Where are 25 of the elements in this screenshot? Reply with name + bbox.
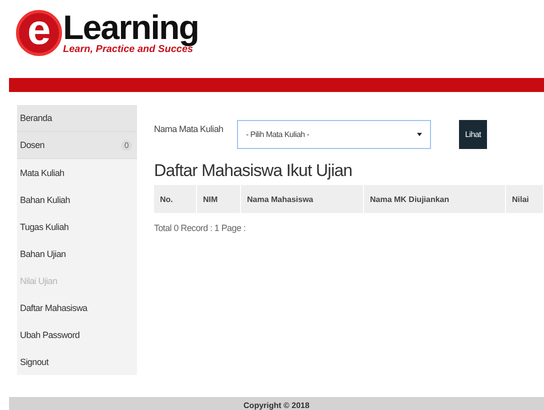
- logo-text: Learning: [63, 10, 199, 46]
- sidebar-item[interactable]: Bahan Kuliah: [17, 186, 137, 213]
- logo-circle: e: [16, 10, 62, 56]
- sidebar-item[interactable]: Mata Kuliah: [17, 159, 137, 186]
- column-header: Nama MK Diujiankan: [364, 185, 506, 213]
- page-heading: Daftar Mahasiswa Ikut Ujian: [154, 161, 354, 181]
- sidebar-item[interactable]: Signout: [17, 348, 137, 375]
- sidebar-item[interactable]: Bahan Ujian: [17, 240, 137, 267]
- course-select[interactable]: - Pilih Mata Kuliah -: [237, 120, 431, 149]
- field-label: Nama Mata Kuliah: [154, 123, 224, 134]
- sidebar-item[interactable]: Dosen 0: [17, 132, 137, 159]
- sidebar-item[interactable]: Ubah Password: [17, 321, 137, 348]
- sidebar-item[interactable]: Beranda: [17, 105, 137, 132]
- column-header: No.: [154, 185, 197, 213]
- copyright-text: Copyright © 2018: [244, 401, 310, 410]
- view-button[interactable]: Lihat: [459, 120, 487, 149]
- column-header: Nilai: [506, 185, 544, 213]
- logo-tagline: Learn, Practice and Succes: [63, 44, 194, 55]
- count-badge: 0: [121, 140, 132, 150]
- column-header: NIM: [197, 185, 241, 213]
- column-header: Nama Mahasiswa: [241, 185, 364, 213]
- sidebar-item[interactable]: Tugas Kuliah: [17, 213, 137, 240]
- sidebar-item[interactable]: Daftar Mahasiswa: [17, 294, 137, 321]
- record-summary: Total 0 Record : 1 Page :: [154, 223, 247, 233]
- caret-icon: [417, 132, 422, 137]
